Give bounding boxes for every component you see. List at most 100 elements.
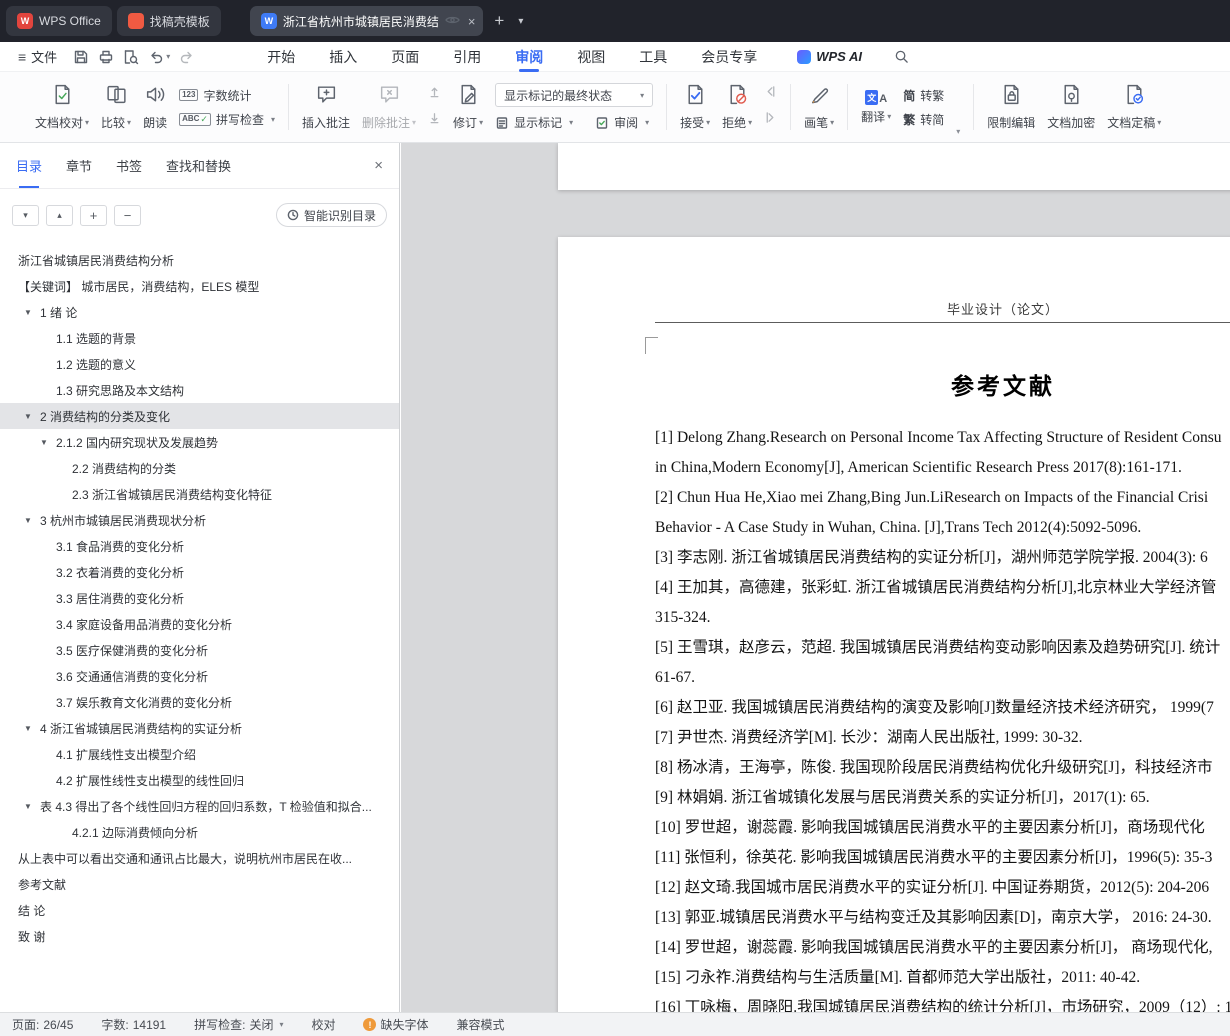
sidebar-close-icon[interactable]: × bbox=[374, 143, 383, 188]
tab-view[interactable]: 视图 bbox=[577, 42, 605, 72]
delete-comment-button[interactable]: 删除批注 ▾ bbox=[362, 83, 416, 131]
redo-button[interactable] bbox=[179, 49, 195, 65]
toc-item-label: 4 浙江省城镇居民消费结构的实证分析 bbox=[40, 721, 243, 736]
word-count-indicator[interactable]: 字数: 14191 bbox=[101, 1016, 166, 1033]
toc-zoom-in-button[interactable]: + bbox=[80, 204, 107, 226]
search-icon[interactable] bbox=[894, 49, 909, 64]
toc-collapse-all-button[interactable]: ▴ bbox=[46, 204, 73, 226]
sidebar-tab-bookmarks[interactable]: 书签 bbox=[116, 143, 142, 188]
traditional-to-simplified-button[interactable]: 繁 转简 bbox=[903, 111, 944, 128]
pen-button[interactable]: 画笔 ▾ bbox=[804, 83, 834, 131]
review-button[interactable]: 审阅 ▾ bbox=[595, 114, 649, 131]
reject-button[interactable]: 拒绝 ▾ bbox=[722, 83, 752, 131]
proofread-status[interactable]: 校对 bbox=[311, 1016, 335, 1033]
next-comment-icon[interactable] bbox=[428, 111, 441, 129]
toc-expand-arrow-icon[interactable]: ▼ bbox=[24, 308, 40, 317]
compare-button[interactable]: 比较 ▾ bbox=[101, 83, 131, 131]
save-button[interactable] bbox=[73, 49, 89, 65]
accept-button[interactable]: 接受 ▾ bbox=[680, 83, 710, 131]
toc-item[interactable]: 3.3 居住消费的变化分析 bbox=[0, 585, 399, 611]
tab-wps-office[interactable]: W WPS Office bbox=[6, 6, 112, 36]
toc-item[interactable]: 3.4 家庭设备用品消费的变化分析 bbox=[0, 611, 399, 637]
document-page[interactable]: 毕业设计（论文） 参考文献 [1] Delong Zhang.Research … bbox=[558, 237, 1230, 1012]
toc-item[interactable]: 结 论 bbox=[0, 897, 399, 923]
tab-list-caret-icon[interactable]: ▾ bbox=[515, 16, 526, 27]
tab-tools[interactable]: 工具 bbox=[639, 42, 667, 72]
toc-expand-arrow-icon[interactable]: ▼ bbox=[24, 412, 40, 421]
toc-item[interactable]: 3.2 衣着消费的变化分析 bbox=[0, 559, 399, 585]
toc-item[interactable]: 4.2 扩展性线性支出模型的线性回归 bbox=[0, 767, 399, 793]
tab-home[interactable]: 开始 bbox=[267, 42, 295, 72]
toc-item[interactable]: 4.2.1 边际消费倾向分析 bbox=[0, 819, 399, 845]
previous-change-icon[interactable] bbox=[764, 85, 777, 103]
toc-item[interactable]: 从上表中可以看出交通和通讯占比最大，说明杭州市居民在收... bbox=[0, 845, 399, 871]
next-change-icon[interactable] bbox=[764, 111, 777, 129]
toc-zoom-out-button[interactable]: − bbox=[114, 204, 141, 226]
markup-state-select[interactable]: 显示标记的最终状态 ▾ bbox=[495, 83, 654, 107]
toc-item[interactable]: 参考文献 bbox=[0, 871, 399, 897]
print-preview-button[interactable] bbox=[123, 49, 139, 65]
tab-current-document[interactable]: W 浙江省杭州市城镇居民消费结 × bbox=[249, 6, 484, 36]
encrypt-document-button[interactable]: 文档加密 bbox=[1047, 83, 1095, 131]
tab-review[interactable]: 审阅 bbox=[515, 42, 543, 72]
sidebar-tab-toc[interactable]: 目录 bbox=[16, 143, 42, 188]
undo-button[interactable]: ▾ bbox=[148, 49, 170, 65]
tab-insert[interactable]: 插入 bbox=[329, 42, 357, 72]
toc-item[interactable]: 2.2 消费结构的分类 bbox=[0, 455, 399, 481]
print-button[interactable] bbox=[98, 49, 114, 65]
restrict-editing-button[interactable]: 限制编辑 bbox=[987, 83, 1035, 131]
toc-item[interactable]: 3.5 医疗保健消费的变化分析 bbox=[0, 637, 399, 663]
missing-font-warning[interactable]: ! 缺失字体 bbox=[363, 1016, 429, 1033]
sidebar-tab-chapters[interactable]: 章节 bbox=[66, 143, 92, 188]
new-tab-button[interactable]: + bbox=[488, 11, 510, 31]
track-changes-label: 修订 bbox=[453, 116, 478, 130]
toc-item[interactable]: ▼ 3 杭州市城镇居民消费现状分析 bbox=[0, 507, 399, 533]
file-menu-button[interactable]: ≡ 文件 bbox=[10, 47, 65, 66]
toc-item[interactable]: 1.2 选题的意义 bbox=[0, 351, 399, 377]
toc-item[interactable]: ▼ 2.1.2 国内研究现状及发展趋势 bbox=[0, 429, 399, 455]
spell-check-button[interactable]: ABC ✓ 拼写检查 ▾ bbox=[179, 111, 275, 128]
preview-eye-icon[interactable] bbox=[445, 14, 460, 28]
read-aloud-button[interactable]: 朗读 bbox=[143, 83, 167, 131]
word-count-button[interactable]: 123 字数统计 bbox=[179, 87, 251, 104]
toc-expand-arrow-icon[interactable]: ▼ bbox=[24, 516, 40, 525]
toc-item[interactable]: 2.3 浙江省城镇居民消费结构变化特征 bbox=[0, 481, 399, 507]
toc-item[interactable]: 【关键词】 城市居民，消费结构，ELES 模型 bbox=[0, 273, 399, 299]
toc-item[interactable]: 3.6 交通通信消费的变化分析 bbox=[0, 663, 399, 689]
document-canvas[interactable]: 毕业设计（论文） 参考文献 [1] Delong Zhang.Research … bbox=[401, 143, 1230, 1012]
track-changes-button[interactable]: 修订 ▾ bbox=[453, 83, 483, 131]
insert-comment-button[interactable]: 插入批注 bbox=[302, 83, 350, 131]
tab-membership[interactable]: 会员专享 bbox=[701, 42, 757, 72]
translate-button[interactable]: 文 A 翻译 ▾ bbox=[861, 89, 891, 125]
toc-item[interactable]: ▼ 2 消费结构的分类及变化 bbox=[0, 403, 399, 429]
wps-ai-button[interactable]: WPS AI bbox=[797, 49, 862, 64]
toc-expand-arrow-icon[interactable]: ▼ bbox=[24, 724, 40, 733]
toc-item[interactable]: 3.7 娱乐教育文化消费的变化分析 bbox=[0, 689, 399, 715]
page-indicator[interactable]: 页面: 26/45 bbox=[12, 1016, 73, 1033]
toc-expand-arrow-icon[interactable]: ▼ bbox=[40, 438, 56, 447]
smart-toc-button[interactable]: 智能识别目录 bbox=[275, 203, 387, 227]
toc-expand-arrow-icon[interactable]: ▼ bbox=[24, 802, 40, 811]
toc-item[interactable]: 3.1 食品消费的变化分析 bbox=[0, 533, 399, 559]
tab-reference[interactable]: 引用 bbox=[453, 42, 481, 72]
show-markup-button[interactable]: 显示标记 ▾ bbox=[495, 114, 573, 131]
toc-expand-all-button[interactable]: ▾ bbox=[12, 204, 39, 226]
toc-item[interactable]: 4.1 扩展线性支出模型介绍 bbox=[0, 741, 399, 767]
tab-page[interactable]: 页面 bbox=[391, 42, 419, 72]
toc-item[interactable]: 致 谢 bbox=[0, 923, 399, 949]
tab-close-icon[interactable]: × bbox=[468, 14, 476, 29]
doc-proofread-button[interactable]: 文档校对 ▾ bbox=[35, 83, 89, 131]
toc-item[interactable]: 1.3 研究思路及本文结构 bbox=[0, 377, 399, 403]
toc-item[interactable]: ▼ 1 绪 论 bbox=[0, 299, 399, 325]
group-expand-icon[interactable]: ▾ bbox=[956, 127, 960, 136]
spellcheck-status[interactable]: 拼写检查: 关闭 ▾ bbox=[194, 1016, 283, 1033]
finalize-document-button[interactable]: 文档定稿 ▾ bbox=[1107, 83, 1161, 131]
previous-comment-icon[interactable] bbox=[428, 85, 441, 103]
toc-item[interactable]: 1.1 选题的背景 bbox=[0, 325, 399, 351]
sidebar-tab-find-replace[interactable]: 查找和替换 bbox=[166, 143, 231, 188]
toc-item[interactable]: ▼ 表 4.3 得出了各个线性回归方程的回归系数，T 检验值和拟合... bbox=[0, 793, 399, 819]
tab-docer-template[interactable]: 找稿壳模板 bbox=[116, 6, 221, 36]
toc-item[interactable]: ▼ 4 浙江省城镇居民消费结构的实证分析 bbox=[0, 715, 399, 741]
simplified-to-traditional-button[interactable]: 简 转繁 bbox=[903, 87, 944, 104]
toc-item[interactable]: 浙江省城镇居民消费结构分析 bbox=[0, 247, 399, 273]
